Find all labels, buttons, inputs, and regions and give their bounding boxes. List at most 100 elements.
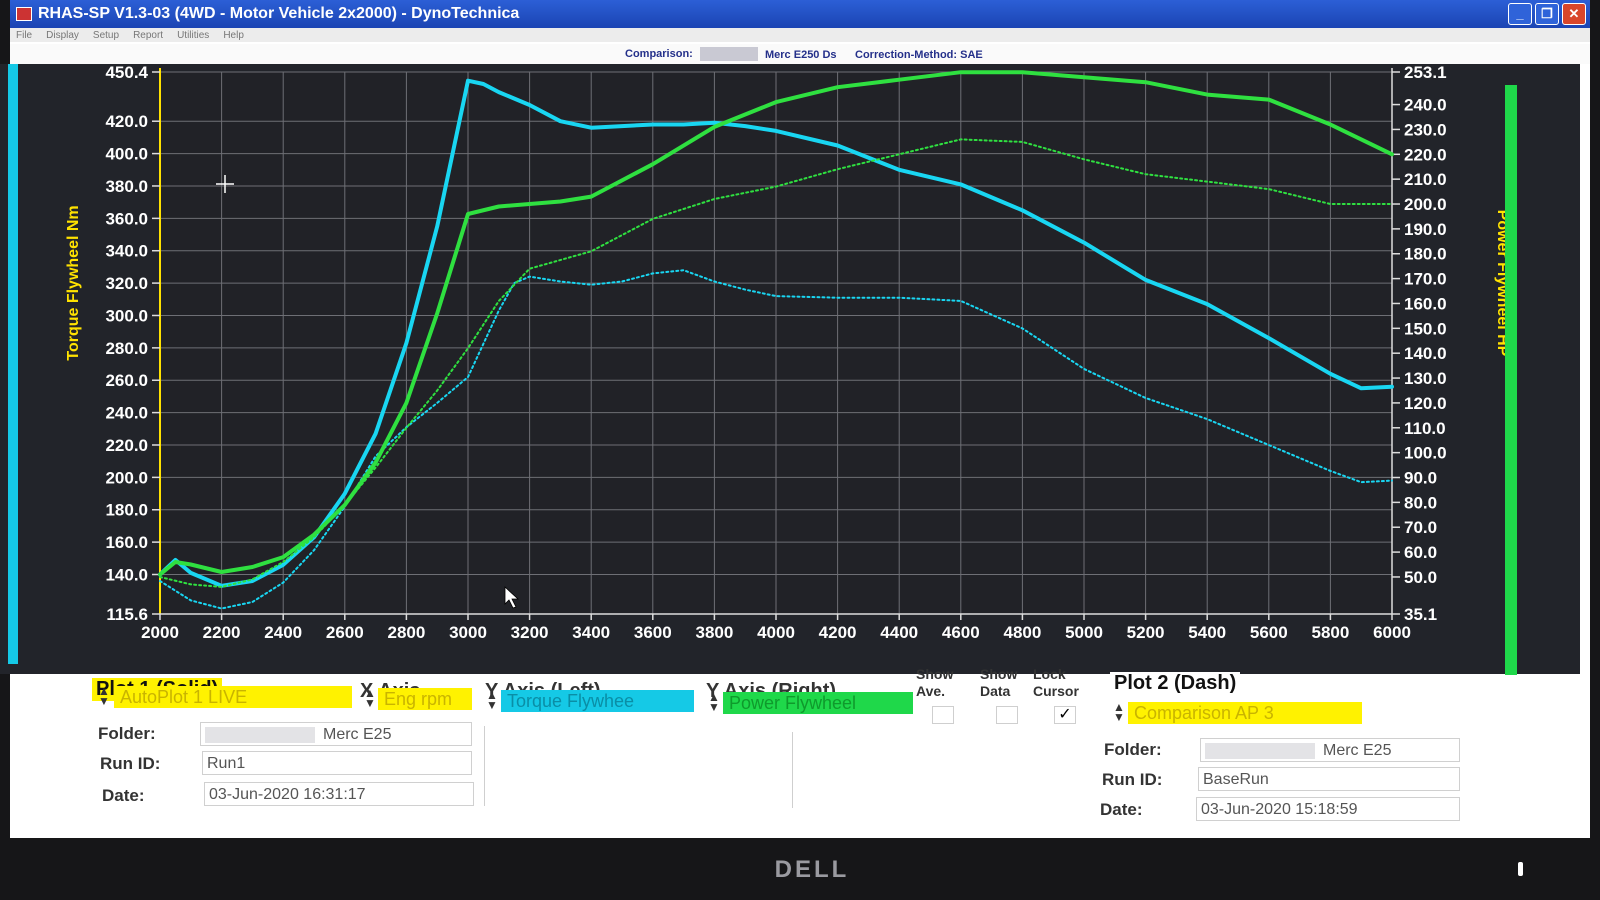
x-tick-label: 3600	[634, 623, 672, 642]
y-right-tick-label: 80.0	[1404, 493, 1437, 512]
y-left-tick-label: 140.0	[105, 565, 148, 584]
y-right-spinner-icon[interactable]: ▲ ▼	[708, 691, 720, 713]
divider	[484, 726, 485, 806]
y-right-tick-label: 190.0	[1404, 220, 1447, 239]
plot1-folder-label: Folder:	[98, 724, 156, 743]
x-tick-label: 4400	[880, 623, 918, 642]
y-right-tick-label: 230.0	[1404, 120, 1447, 139]
y-left-tick-label: 320.0	[105, 274, 148, 293]
app-icon	[16, 7, 32, 21]
y-left-tick-label: 300.0	[105, 306, 148, 325]
menu-report[interactable]: Report	[133, 30, 163, 41]
y-right-tick-label: 70.0	[1404, 518, 1437, 537]
plot1-date-label: Date:	[102, 786, 145, 805]
y-left-select[interactable]: Torque Flywhee	[501, 690, 694, 712]
y-right-tick-label: 180.0	[1404, 245, 1447, 264]
y-right-tick-label: 150.0	[1404, 319, 1447, 338]
y-right-tick-label: 220.0	[1404, 145, 1447, 164]
show-ave-label: Show Ave.	[916, 666, 954, 699]
plot1-select[interactable]: AutoPlot 1 LIVE	[114, 686, 352, 708]
menu-setup[interactable]: Setup	[93, 30, 119, 41]
x-tick-label: 5200	[1127, 623, 1165, 642]
y-right-tick-label: 200.0	[1404, 195, 1447, 214]
x-tick-label: 2200	[203, 623, 241, 642]
y-right-tick-label: 170.0	[1404, 270, 1447, 289]
y-left-spinner-icon[interactable]: ▲ ▼	[486, 689, 498, 711]
plot1-folder-value: Merc E25	[323, 726, 392, 743]
y-left-tick-label: 180.0	[105, 501, 148, 520]
plot2-folder-field[interactable]: Merc E25	[1200, 738, 1460, 762]
plot2-date-field[interactable]: 03-Jun-2020 15:18:59	[1196, 797, 1460, 821]
title-bar: RHAS-SP V1.3-03 (4WD - Motor Vehicle 2x2…	[10, 0, 1590, 28]
comparison-redacted	[700, 47, 758, 61]
y-left-tick-label: 380.0	[105, 177, 148, 196]
comparison-bar: Comparison: Merc E250 Ds Correction-Meth…	[10, 44, 1590, 64]
dyno-chart[interactable]: 450.4 420.0 400.0 380.0 360.0 340.0 320.0 300.0…	[0, 63, 1580, 674]
plot2-select[interactable]: Comparison AP 3	[1128, 702, 1362, 724]
plot1-date-field[interactable]: 03-Jun-2020 16:31:17	[204, 782, 474, 806]
show-data-checkbox[interactable]	[996, 706, 1018, 724]
plot2-spinner-icon[interactable]: ▲ ▼	[1113, 701, 1125, 723]
lock-cursor-checkbox[interactable]: ✓	[1054, 706, 1076, 724]
y-right-tick-label: 100.0	[1404, 444, 1447, 463]
y-right-tick-label: 110.0	[1404, 419, 1446, 438]
y-left-tick-label: 240.0	[105, 404, 148, 423]
x-tick-label: 3400	[572, 623, 610, 642]
y-left-tick-label: 420.0	[105, 112, 148, 131]
plot2-title: Plot 2 (Dash)	[1110, 672, 1241, 695]
divider	[792, 732, 793, 808]
plot1-spinner-icon[interactable]: ▲ ▼	[98, 685, 110, 707]
maximize-button[interactable]: ❐	[1535, 3, 1559, 25]
show-data-label: Show Data	[980, 666, 1018, 699]
menu-bar: File Display Setup Report Utilities Help	[10, 28, 1590, 42]
x-tick-label: 5000	[1065, 623, 1103, 642]
y-right-tick-label: 120.0	[1404, 394, 1447, 413]
x-tick-label: 4800	[1003, 623, 1041, 642]
window-title: RHAS-SP V1.3-03 (4WD - Motor Vehicle 2x2…	[38, 5, 520, 22]
x-tick-label: 5400	[1188, 623, 1226, 642]
x-tick-label: 2600	[326, 623, 364, 642]
y-left-axis-title: Torque Flywheel Nm	[65, 205, 82, 360]
y-right-tick-label: 130.0	[1404, 369, 1447, 388]
y-left-tick-label: 115.6	[106, 605, 148, 624]
x-tick-label: 2000	[141, 623, 179, 642]
close-button[interactable]: ✕	[1562, 3, 1586, 25]
lock-cursor-label: Lock Cursor	[1033, 666, 1079, 699]
plot1-runid-field[interactable]: Run1	[202, 751, 472, 775]
show-ave-checkbox[interactable]	[932, 706, 954, 724]
menu-file[interactable]: File	[16, 30, 32, 41]
plot1-runid-label: Run ID:	[100, 754, 161, 773]
x-tick-label: 2800	[387, 623, 425, 642]
plot2-folder-value: Merc E25	[1323, 742, 1392, 759]
x-tick-label: 5600	[1250, 623, 1288, 642]
left-axis-color-strip	[8, 64, 18, 664]
minimize-button[interactable]: _	[1508, 3, 1532, 25]
x-tick-label: 4600	[942, 623, 980, 642]
correction-method: Correction-Method: SAE	[855, 49, 983, 61]
monitor-brand-logo: DELL	[774, 856, 850, 883]
x-axis-select[interactable]: Eng rpm	[378, 688, 472, 710]
menu-display[interactable]: Display	[46, 30, 79, 41]
plot1-folder-field[interactable]: Merc E25	[200, 722, 472, 746]
x-tick-label: 3800	[695, 623, 733, 642]
x-tick-label: 5800	[1311, 623, 1349, 642]
plot2-runid-label: Run ID:	[1102, 770, 1163, 789]
y-right-tick-label: 240.0	[1404, 96, 1447, 115]
plot2-runid-field[interactable]: BaseRun	[1198, 767, 1460, 791]
menu-utilities[interactable]: Utilities	[177, 30, 209, 41]
y-right-tick-label: 210.0	[1404, 170, 1447, 189]
dyno-chart-area: 450.4 420.0 400.0 380.0 360.0 340.0 320.0 300.0…	[0, 63, 1580, 674]
y-right-tick-label: 50.0	[1404, 568, 1437, 587]
right-axis-color-strip	[1505, 85, 1517, 675]
x-tick-label: 4200	[819, 623, 857, 642]
plot2-date-label: Date:	[1100, 800, 1143, 819]
x-axis-spinner-icon[interactable]: ▲ ▼	[364, 687, 376, 709]
x-tick-label: 6000	[1373, 623, 1411, 642]
x-tick-label: 4000	[757, 623, 795, 642]
y-left-tick-label: 260.0	[105, 371, 148, 390]
menu-help[interactable]: Help	[223, 30, 244, 41]
y-right-tick-label: 35.1	[1404, 605, 1437, 624]
y-right-select[interactable]: Power Flywheel	[723, 692, 913, 714]
folder-redacted	[1205, 742, 1315, 759]
y-left-tick-label: 280.0	[105, 339, 148, 358]
